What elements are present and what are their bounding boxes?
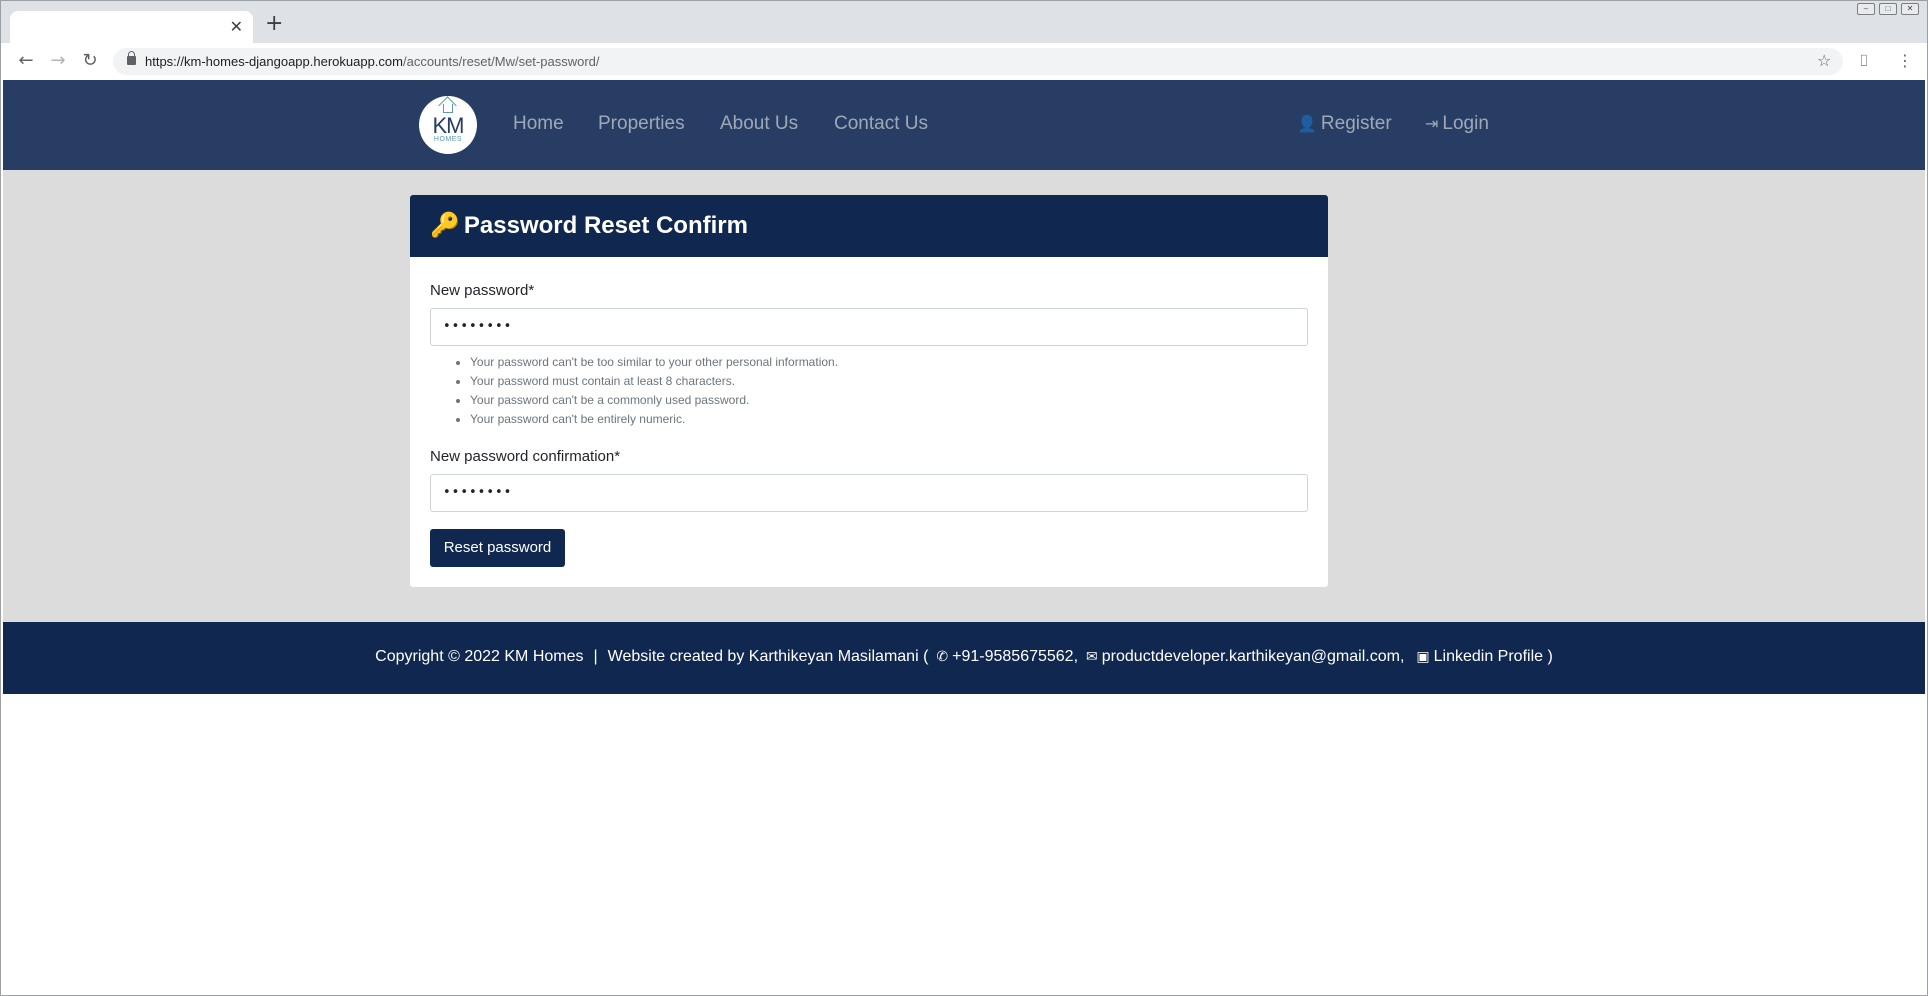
kebab-menu-icon[interactable]: ⋮ [1897,49,1913,73]
envelope-open-icon: ✉ [1086,649,1098,665]
new-password-label: New password* [430,282,535,299]
register-label: Register [1320,113,1392,134]
card-title: 🔑 Password Reset Confirm [430,211,748,240]
password-reset-card: 🔑 Password Reset Confirm New password* ••… [410,195,1328,587]
help-item: Your password can't be too similar to yo… [470,353,838,372]
nav-home[interactable]: Home [513,113,564,135]
close-tab-icon[interactable]: ✕ [230,18,243,36]
house-icon [443,104,453,113]
browser-toolbar: ← → ↻ https://km-homes-djangoapp.herokua… [0,43,1928,80]
nav-properties[interactable]: Properties [598,113,685,135]
camera-icon[interactable]: ⌷ [1859,49,1869,73]
star-icon[interactable]: ☆ [1817,49,1831,73]
nav-contact-us[interactable]: Contact Us [834,113,928,135]
reset-password-button[interactable]: Reset password [430,529,565,567]
reload-icon[interactable]: ↻ [78,49,102,73]
phone-icon: ✆ [936,649,949,665]
logo-subtext: HOMES [433,136,463,143]
help-item: Your password can't be entirely numeric. [470,410,838,429]
nav-about-us[interactable]: About Us [720,113,798,135]
sign-in-icon: ⇥ [1425,114,1439,133]
site-footer: Copyright © 2022 KM Homes | Website create… [3,622,1925,694]
help-item: Your password can't be a commonly used p… [470,391,838,410]
user-plus-icon: 👤 [1297,114,1317,133]
password-help-list: Your password can't be too similar to yo… [450,353,838,429]
site-logo[interactable]: KM HOMES [419,96,477,154]
help-item: Your password must contain at least 8 ch… [470,372,838,391]
web-page: KM HOMES Home Properties About Us Contac… [3,80,1925,993]
nav-register[interactable]: 👤 Register [1297,113,1392,135]
confirm-password-field[interactable]: •••••••• [430,474,1308,512]
url-text: https://km-homes-djangoapp.herokuapp.com… [145,54,600,69]
new-tab-button[interactable]: + [265,13,283,35]
url-host: https://km-homes-djangoapp.herokuapp.com [145,54,403,69]
footer-text: Copyright © 2022 KM Homes | Website create… [3,647,1925,667]
linkedin-link[interactable]: Linkedin Profile [1434,648,1543,665]
browser-tab-bar: ✕ + – □ ✕ [0,0,1928,44]
browser-tab[interactable]: ✕ [10,11,253,44]
back-arrow-icon[interactable]: ← [14,49,38,73]
close-paren: ) [1547,648,1553,665]
maximize-icon[interactable]: □ [1879,3,1897,15]
close-window-icon[interactable]: ✕ [1901,3,1919,15]
key-icon: 🔑 [430,211,460,239]
card-title-text: Password Reset Confirm [463,212,748,239]
minimize-icon[interactable]: – [1857,3,1875,15]
main-content: 🔑 Password Reset Confirm New password* ••… [3,170,1925,622]
card-header: 🔑 Password Reset Confirm [410,195,1328,257]
nav-login[interactable]: ⇥ Login [1425,113,1489,135]
lock-icon [127,51,136,65]
new-password-value: •••••••• [443,319,513,334]
email-link[interactable]: productdeveloper.karthikeyan@gmail.com, [1102,648,1405,665]
confirm-password-value: •••••••• [443,485,513,500]
new-password-field[interactable]: •••••••• [430,308,1308,346]
site-navbar: KM HOMES Home Properties About Us Contac… [3,80,1925,170]
created-by-text: Website created by Karthikeyan Masilaman… [607,648,929,665]
confirm-password-label: New password confirmation* [430,448,621,465]
login-label: Login [1442,113,1489,134]
phone-text: +91-9585675562, [952,648,1079,665]
url-path: /accounts/reset/Mw/set-password/ [402,54,600,69]
footer-divider: | [593,648,598,665]
copyright-text: Copyright © 2022 KM Homes [375,648,584,665]
forward-arrow-icon[interactable]: → [46,49,70,73]
linkedin-icon: ▣ [1416,649,1430,665]
address-bar[interactable]: https://km-homes-djangoapp.herokuapp.com… [113,48,1843,75]
window-controls: – □ ✕ [1857,3,1919,15]
